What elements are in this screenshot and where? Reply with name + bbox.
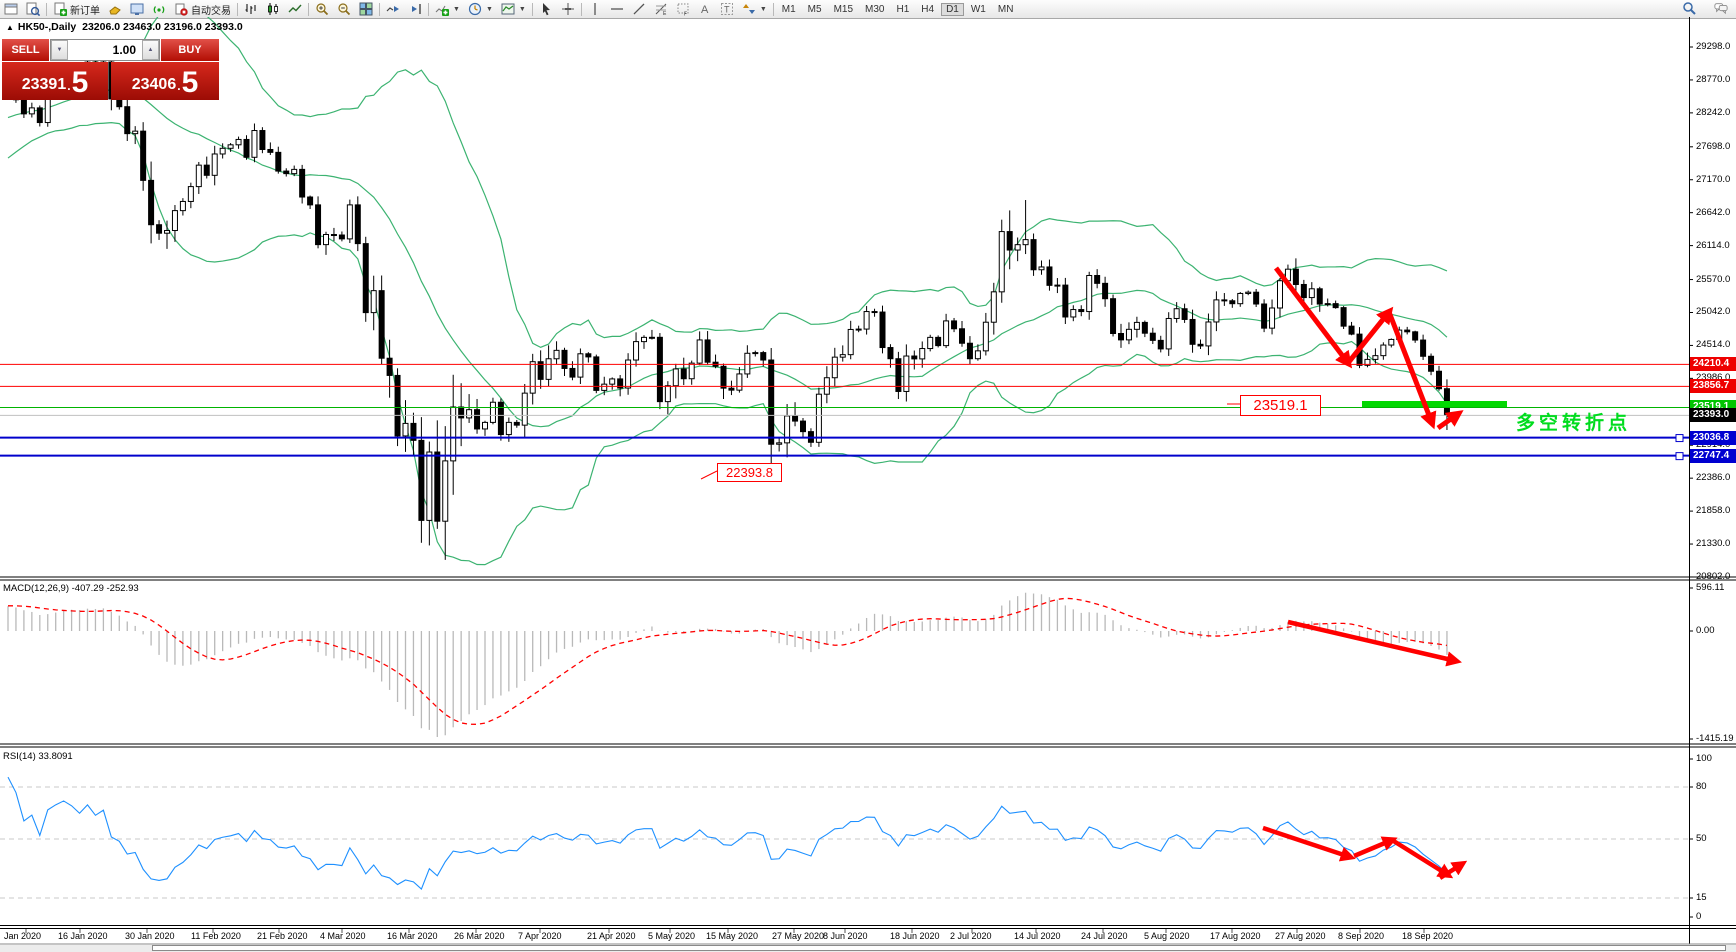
chart-canvas[interactable] — [0, 0, 1736, 952]
sell-price[interactable]: 23391. 5 — [2, 62, 108, 100]
symbol-period-label: HK50-,Daily — [17, 21, 77, 33]
ohlc-values: 23206.0 23463.0 23196.0 23393.0 — [82, 21, 243, 33]
sell-button[interactable]: SELL — [2, 39, 50, 61]
macd-label: MACD(12,26,9) -407.29 -252.93 — [3, 583, 139, 594]
trend-arrow — [1436, 410, 1464, 431]
mt4-terminal: 新订单 自动交易 ▼ ▼ ▼ E F A T ▼ M1 M5 M15 M30 H… — [0, 0, 1736, 952]
one-click-trading-panel: SELL ▼ 1.00 ▲ BUY 23391. 5 23406. 5 — [2, 39, 219, 100]
volume-decrease-button[interactable]: ▼ — [51, 40, 68, 60]
chart-title: ▲ HK50-,Daily 23206.0 23463.0 23196.0 233… — [6, 21, 243, 33]
sell-price-dot: . — [67, 79, 71, 93]
price-tag: 23036.8 — [1690, 430, 1736, 445]
price-callout-22393[interactable]: 22393.8 — [717, 463, 782, 482]
trend-arrow — [1262, 825, 1356, 862]
buy-button[interactable]: BUY — [160, 39, 219, 61]
price-callout-23519[interactable]: 23519.1 — [1240, 395, 1321, 416]
buy-price-dot: . — [177, 79, 181, 93]
buy-price-main: 23406 — [131, 76, 177, 93]
trend-arrow — [1353, 836, 1398, 859]
trend-segment — [1362, 401, 1507, 407]
price-tag: 22747.4 — [1690, 448, 1736, 463]
sell-price-main: 23391 — [21, 76, 67, 93]
price-tag: 23856.7 — [1690, 379, 1736, 394]
turning-point-text[interactable]: 多空转折点 — [1516, 408, 1631, 435]
volume-box: ▼ 1.00 ▲ — [50, 39, 160, 61]
line-handle — [1675, 452, 1684, 461]
buy-price[interactable]: 23406. 5 — [111, 62, 219, 100]
rsi-label: RSI(14) 33.8091 — [3, 751, 73, 762]
price-tag: 24210.4 — [1690, 357, 1736, 372]
volume-input[interactable]: 1.00 — [68, 40, 142, 60]
volume-increase-button[interactable]: ▲ — [142, 40, 159, 60]
price-tag: 23393.0 — [1690, 408, 1736, 423]
sell-price-pips: 5 — [71, 66, 89, 99]
panel-collapse-icon[interactable]: ▲ — [6, 23, 14, 32]
buy-price-pips: 5 — [181, 66, 199, 99]
line-handle — [1675, 434, 1684, 443]
trend-arrow — [1390, 838, 1454, 879]
